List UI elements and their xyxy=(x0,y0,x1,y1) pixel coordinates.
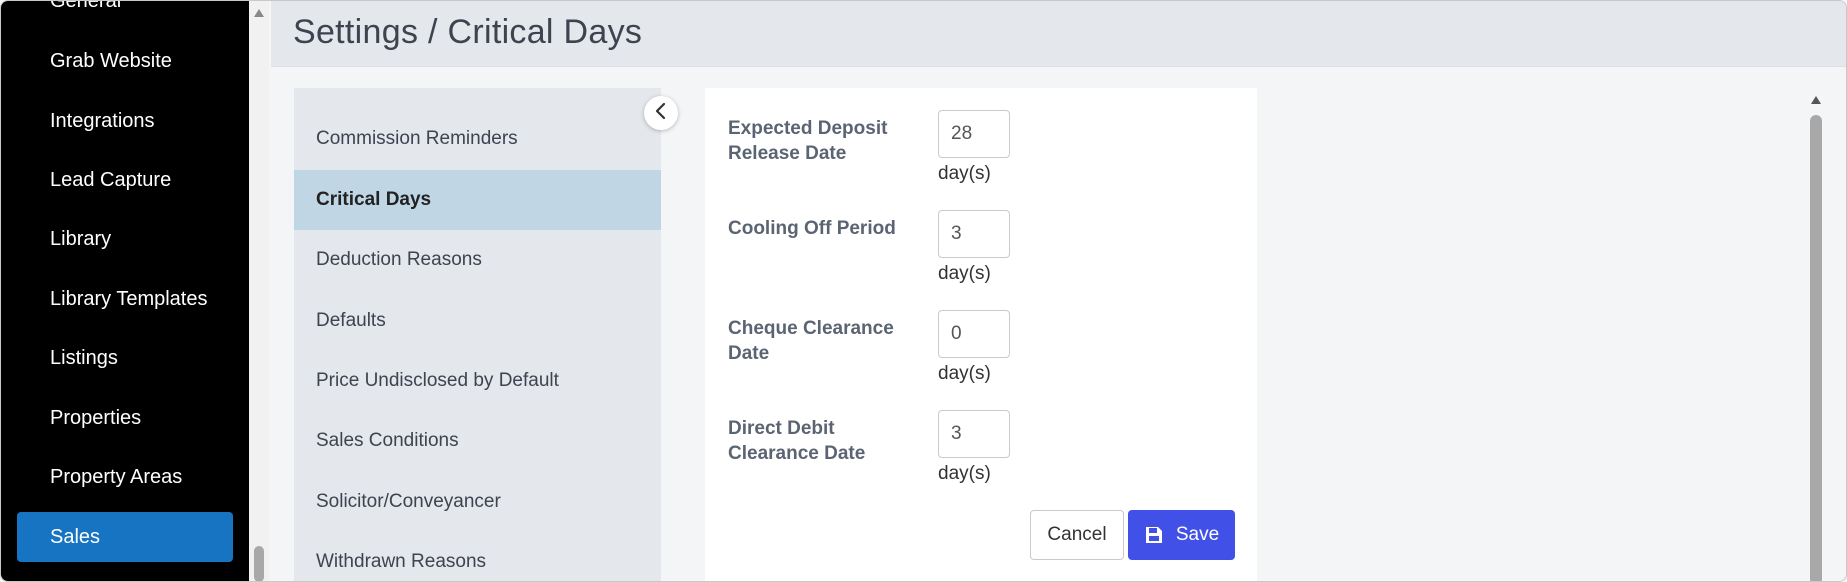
submenu-item-label: Price Undisclosed by Default xyxy=(316,370,559,391)
submenu-item-solicitor-conveyancer[interactable]: Solicitor/Conveyancer xyxy=(294,472,661,532)
cheque-clearance-date-input[interactable] xyxy=(938,310,1010,358)
page-title: Settings / Critical Days xyxy=(293,13,643,51)
submenu-item-withdrawn-reasons[interactable]: Withdrawn Reasons xyxy=(294,532,661,581)
sidebar-item-label: General xyxy=(50,0,122,12)
submenu-item-label: Solicitor/Conveyancer xyxy=(316,491,501,512)
main-scrollbar[interactable] xyxy=(1806,88,1826,581)
submenu-item-label: Sales Conditions xyxy=(316,430,459,451)
settings-submenu: Commission Reminders Critical Days Deduc… xyxy=(294,88,661,581)
save-button[interactable]: Save xyxy=(1128,510,1235,560)
sidebar-item-general[interactable]: General xyxy=(17,0,233,26)
page-header: Settings / Critical Days xyxy=(271,1,1846,67)
expected-deposit-release-input[interactable] xyxy=(938,110,1010,158)
submenu-item-label: Defaults xyxy=(316,310,386,331)
save-button-label: Save xyxy=(1175,524,1220,545)
sidebar-item-sales[interactable]: Sales xyxy=(17,512,233,562)
submenu-item-label: Deduction Reasons xyxy=(316,249,482,270)
sidebar-item-label: Lead Capture xyxy=(50,168,172,191)
direct-debit-clearance-date-input[interactable] xyxy=(938,410,1010,458)
sidebar-item-properties[interactable]: Properties xyxy=(17,393,233,443)
field-label-direct-debit-clearance-date: Direct Debit Clearance Date xyxy=(728,418,866,464)
unit-label: day(s) xyxy=(938,163,991,184)
cancel-button[interactable]: Cancel xyxy=(1030,510,1124,560)
submenu-item-commission-reminders[interactable]: Commission Reminders xyxy=(294,109,661,169)
submenu-item-label: Withdrawn Reasons xyxy=(316,551,487,572)
sidebar-item-listings[interactable]: Listings xyxy=(17,333,233,383)
critical-days-form: Expected Deposit Release Date day(s) Coo… xyxy=(705,88,1257,581)
field-label-cheque-clearance-date: Cheque Clearance Date xyxy=(728,318,894,364)
sidebar-item-label: Listings xyxy=(50,346,118,369)
submenu-item-deduction-reasons[interactable]: Deduction Reasons xyxy=(294,230,661,290)
floppy-disk-icon xyxy=(1144,525,1164,545)
unit-label: day(s) xyxy=(938,363,991,384)
submenu-item-label: Critical Days xyxy=(316,189,432,210)
unit-label: day(s) xyxy=(938,263,991,284)
sidebar-item-label: Property Areas xyxy=(50,465,183,488)
field-label-cooling-off-period: Cooling Off Period xyxy=(728,218,896,239)
submenu-item-sales-conditions[interactable]: Sales Conditions xyxy=(294,411,661,471)
sidebar-item-label: Sales xyxy=(50,525,101,548)
sidebar-item-label: Integrations xyxy=(50,109,155,132)
main-sidebar: General Grab Website Integrations Lead C… xyxy=(1,1,249,581)
chevron-left-icon xyxy=(654,102,668,125)
scrollbar-thumb[interactable] xyxy=(254,546,264,581)
sidebar-item-library-templates[interactable]: Library Templates xyxy=(17,274,233,324)
sidebar-item-integrations[interactable]: Integrations xyxy=(17,96,233,146)
sidebar-item-label: Properties xyxy=(50,406,142,429)
scroll-up-arrow-icon[interactable] xyxy=(1811,96,1821,104)
sidebar-item-label: Library xyxy=(50,227,112,250)
cooling-off-period-input[interactable] xyxy=(938,210,1010,258)
submenu-item-label: Commission Reminders xyxy=(316,128,518,149)
sidebar-scrollbar[interactable] xyxy=(249,1,269,581)
sidebar-item-label: Library Templates xyxy=(50,287,208,310)
scrollbar-thumb[interactable] xyxy=(1810,115,1822,581)
app-window: General Grab Website Integrations Lead C… xyxy=(0,0,1847,582)
sidebar-item-property-areas[interactable]: Property Areas xyxy=(17,452,233,502)
field-label-expected-deposit-release: Expected Deposit Release Date xyxy=(728,118,888,164)
collapse-submenu-button[interactable] xyxy=(644,96,678,130)
sidebar-item-library[interactable]: Library xyxy=(17,214,233,264)
submenu-item-critical-days[interactable]: Critical Days xyxy=(294,170,661,230)
unit-label: day(s) xyxy=(938,463,991,484)
sidebar-item-lead-capture[interactable]: Lead Capture xyxy=(17,155,233,205)
sidebar-item-grab-website[interactable]: Grab Website xyxy=(17,36,233,86)
submenu-item-price-undisclosed[interactable]: Price Undisclosed by Default xyxy=(294,351,661,411)
submenu-item-defaults[interactable]: Defaults xyxy=(294,291,661,351)
scroll-up-arrow-icon[interactable] xyxy=(254,9,264,17)
sidebar-item-label: Grab Website xyxy=(50,49,172,72)
